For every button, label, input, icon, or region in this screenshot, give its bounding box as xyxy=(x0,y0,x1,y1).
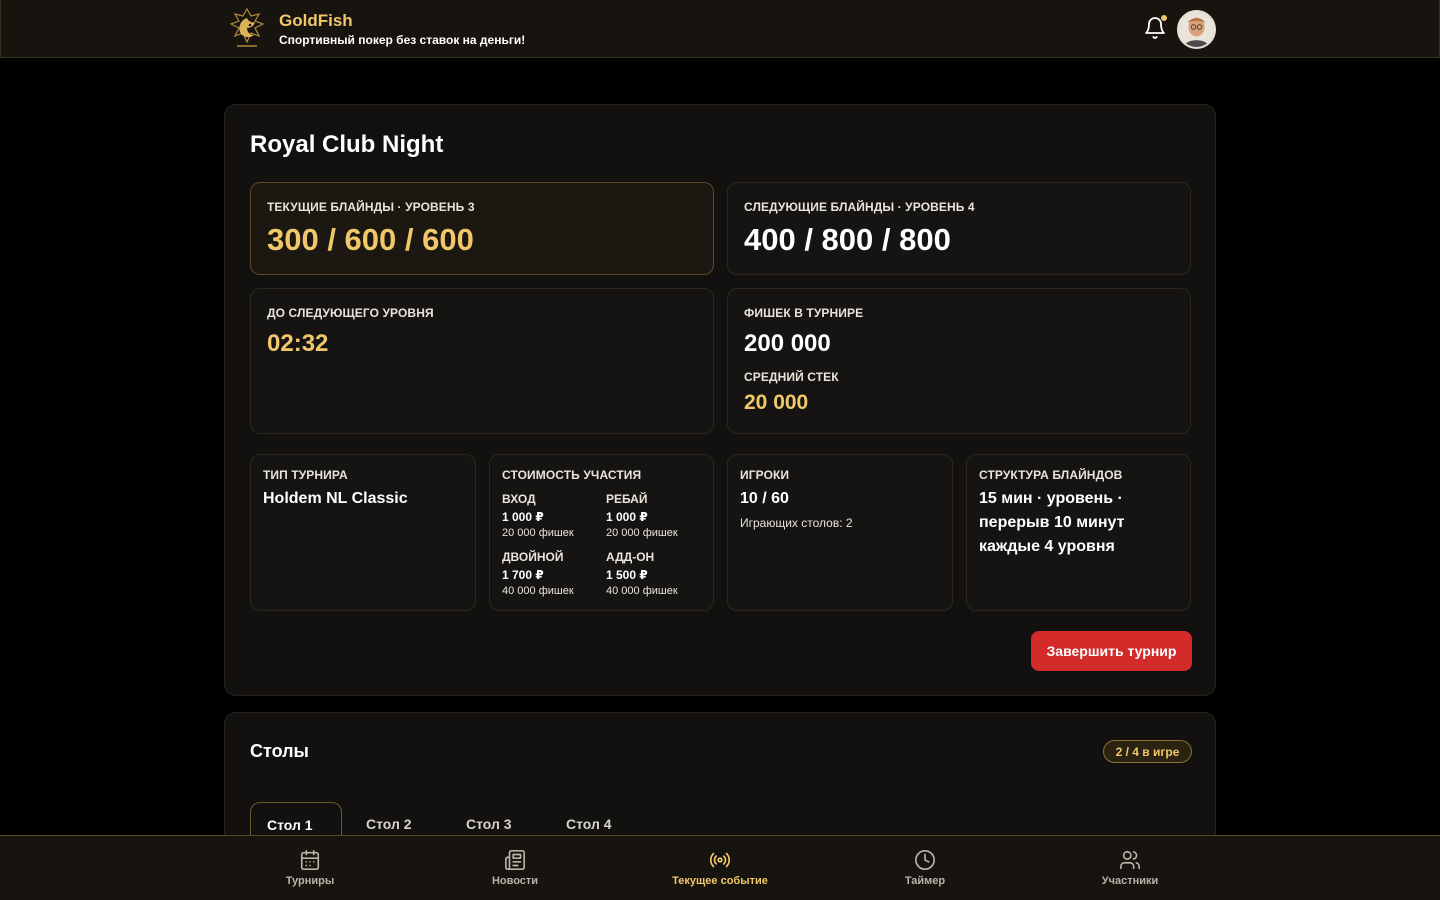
event-title: Royal Club Night xyxy=(250,131,444,158)
tournament-type-value: Holdem NL Classic xyxy=(263,490,408,507)
nav-timer[interactable]: Таймер xyxy=(845,836,1005,900)
blind-structure-panel: СТРУКТУРА БЛАЙНДОВ 15 мин · уровень · пе… xyxy=(966,454,1191,611)
double-chips: 40 000 фишек xyxy=(502,585,574,597)
nav-tournaments-label: Турниры xyxy=(285,875,335,887)
entry-cost-label: СТОИМОСТЬ УЧАСТИЯ xyxy=(502,468,642,482)
rebuy-label: РЕБАЙ xyxy=(606,492,648,506)
brand-name: GoldFish xyxy=(279,11,353,30)
nav-current-event-label: Текущее событие xyxy=(672,875,768,887)
tournament-type-label: ТИП ТУРНИРА xyxy=(263,468,348,482)
nav-participants[interactable]: Участники xyxy=(1050,836,1210,900)
timer-value: 02:32 xyxy=(267,330,329,357)
calendar-icon xyxy=(299,849,321,871)
nav-tournaments[interactable]: Турниры xyxy=(230,836,390,900)
current-blinds-value: 300 / 600 / 600 xyxy=(267,222,474,257)
blind-structure-line-3: каждые 4 уровня xyxy=(979,538,1115,555)
timer-label: ДО СЛЕДУЮЩЕГО УРОВНЯ xyxy=(267,306,434,320)
chips-value: 200 000 xyxy=(744,330,831,357)
clock-icon xyxy=(914,849,936,871)
users-icon xyxy=(1119,849,1141,871)
players-value: 10 / 60 xyxy=(740,490,789,507)
entry-price: 1 000 ₽ xyxy=(502,510,544,524)
blind-structure-line-2: перерыв 10 минут xyxy=(979,514,1125,531)
tables-title: Столы xyxy=(250,741,309,761)
nav-news-label: Новости xyxy=(491,875,539,887)
notification-dot xyxy=(1161,15,1167,21)
nav-news[interactable]: Новости xyxy=(435,836,595,900)
nav-participants-label: Участники xyxy=(1101,875,1159,887)
app-header: GoldFish Спортивный покер без ставок на … xyxy=(0,0,1440,58)
blind-structure-line-1: 15 мин · уровень · xyxy=(979,490,1123,507)
avg-stack-value: 20 000 xyxy=(744,391,809,414)
nav-current-event[interactable]: Текущее событие xyxy=(640,836,800,900)
addon-chips: 40 000 фишек xyxy=(606,585,678,597)
bottom-navigation: Турниры Новости Текущее событие Таймер У… xyxy=(0,835,1440,900)
chips-label: ФИШЕК В ТУРНИРЕ xyxy=(744,306,864,320)
addon-label: АДД-ОН xyxy=(606,550,655,564)
players-label: ИГРОКИ xyxy=(740,468,790,482)
avg-stack-label: СРЕДНИЙ СТЕК xyxy=(744,370,839,384)
entry-label: ВХОД xyxy=(502,492,536,506)
end-tournament-button[interactable]: Завершить турнир xyxy=(1031,631,1192,671)
chips-panel: ФИШЕК В ТУРНИРЕ 200 000 СРЕДНИЙ СТЕК 20 … xyxy=(727,288,1191,434)
addon-price: 1 500 ₽ xyxy=(606,568,648,582)
user-avatar[interactable] xyxy=(1177,10,1216,49)
double-price: 1 700 ₽ xyxy=(502,568,544,582)
goldfish-logo-icon[interactable] xyxy=(225,6,269,52)
current-blinds-panel: ТЕКУЩИЕ БЛАЙНДЫ · УРОВЕНЬ 3 300 / 600 / … xyxy=(250,182,714,275)
tables-in-play-badge: 2 / 4 в игре xyxy=(1103,740,1192,763)
current-event-card: Royal Club Night ТЕКУЩИЕ БЛАЙНДЫ · УРОВЕ… xyxy=(224,104,1216,696)
current-blinds-label: ТЕКУЩИЕ БЛАЙНДЫ · УРОВЕНЬ 3 xyxy=(267,200,475,214)
newspaper-icon xyxy=(504,849,526,871)
double-label: ДВОЙНОЙ xyxy=(502,550,564,564)
tournament-type-panel: ТИП ТУРНИРА Holdem NL Classic xyxy=(250,454,476,611)
entry-chips: 20 000 фишек xyxy=(502,527,574,539)
rebuy-price: 1 000 ₽ xyxy=(606,510,648,524)
players-panel: ИГРОКИ 10 / 60 Играющих столов: 2 xyxy=(727,454,953,611)
next-blinds-label: СЛЕДУЮЩИЕ БЛАЙНДЫ · УРОВЕНЬ 4 xyxy=(744,200,975,214)
blind-structure-label: СТРУКТУРА БЛАЙНДОВ xyxy=(979,468,1123,482)
brand-tagline: Спортивный покер без ставок на деньги! xyxy=(279,33,526,47)
entry-cost-panel: СТОИМОСТЬ УЧАСТИЯ ВХОД 1 000 ₽ 20 000 фи… xyxy=(489,454,714,611)
level-timer-panel: ДО СЛЕДУЮЩЕГО УРОВНЯ 02:32 xyxy=(250,288,714,434)
rebuy-chips: 20 000 фишек xyxy=(606,527,678,539)
broadcast-icon xyxy=(709,849,731,871)
next-blinds-panel: СЛЕДУЮЩИЕ БЛАЙНДЫ · УРОВЕНЬ 4 400 / 800 … xyxy=(727,182,1191,275)
nav-timer-label: Таймер xyxy=(904,875,946,887)
next-blinds-value: 400 / 800 / 800 xyxy=(744,222,951,257)
active-tables-text: Играющих столов: 2 xyxy=(740,516,853,530)
